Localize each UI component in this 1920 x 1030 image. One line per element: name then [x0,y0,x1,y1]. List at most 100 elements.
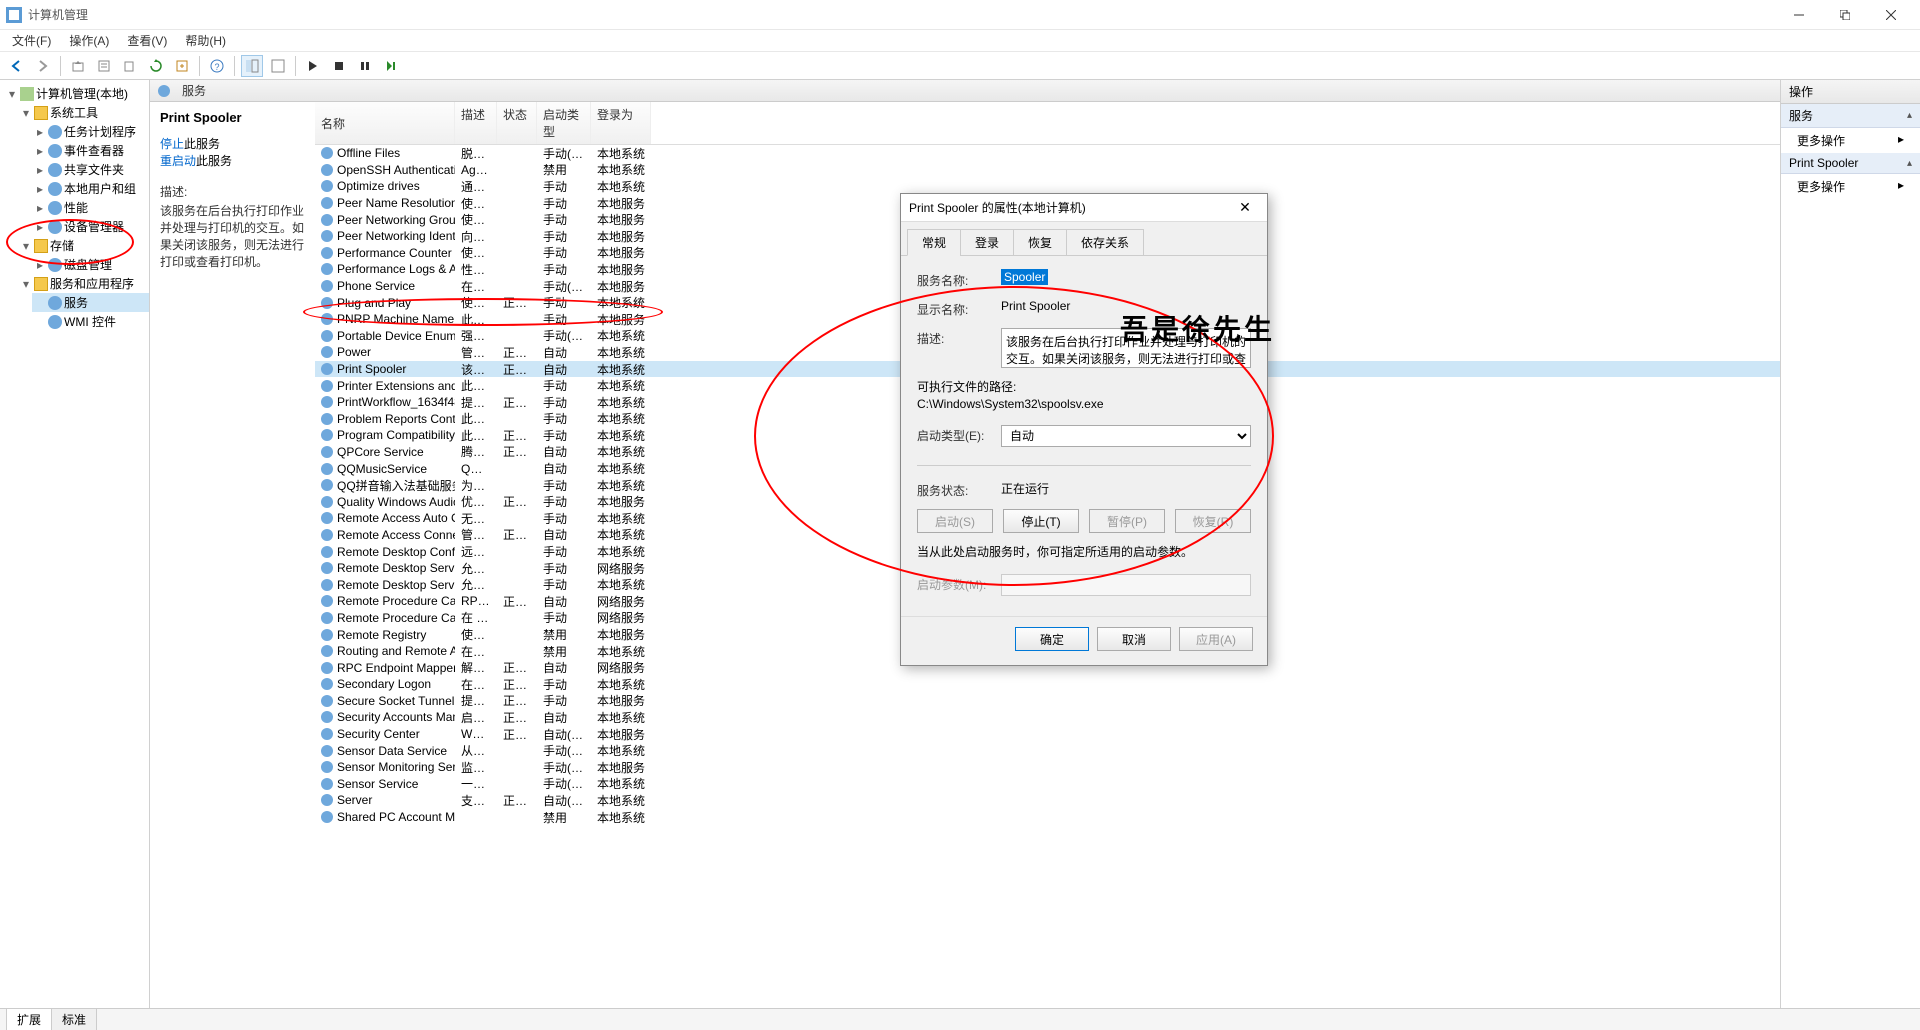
tree-root[interactable]: ▾计算机管理(本地) [4,84,149,103]
menu-file[interactable]: 文件(F) [4,30,59,51]
view-list-icon[interactable] [267,55,289,77]
gear-icon [321,346,333,358]
service-row[interactable]: Shared PC Account Mana…禁用本地系统 [315,809,1780,826]
tree-item[interactable]: 服务 [32,293,149,312]
restart-link[interactable]: 重启动 [160,154,196,168]
service-row[interactable]: OpenSSH Authentication …Age…禁用本地系统 [315,162,1780,179]
service-row[interactable]: Sensor Data Service从各…手动(触发…本地系统 [315,742,1780,759]
tree-storage[interactable]: ▾存储 [18,236,149,255]
service-row[interactable]: Secondary Logon在不…正在…手动本地系统 [315,676,1780,693]
stop-link[interactable]: 停止 [160,137,184,151]
col-name[interactable]: 名称 [315,102,455,144]
gear-icon [321,180,333,192]
gear-icon [321,745,333,757]
gear-icon [321,313,333,325]
center-header: 服务 [150,80,1780,102]
properties-dialog: Print Spooler 的属性(本地计算机) ✕ 常规 登录 恢复 依存关系… [900,193,1268,666]
maximize-button[interactable] [1822,0,1868,30]
tab-recovery[interactable]: 恢复 [1013,229,1067,256]
refresh-icon[interactable] [145,55,167,77]
startup-type-select[interactable]: 自动 [1001,425,1251,447]
menu-action[interactable]: 操作(A) [61,30,117,51]
dialog-close-icon[interactable]: ✕ [1231,199,1259,216]
tab-standard[interactable]: 标准 [51,1008,97,1030]
dialog-titlebar[interactable]: Print Spooler 的属性(本地计算机) ✕ [901,194,1267,222]
stop-service-icon[interactable] [328,55,350,77]
detail-desc-label: 描述: [160,183,305,200]
gear-icon [321,263,333,275]
tree-item[interactable]: ▸事件查看器 [32,141,149,160]
gear-icon [321,662,333,674]
tree-item[interactable]: ▸本地用户和组 [32,179,149,198]
tab-logon[interactable]: 登录 [960,229,1014,256]
service-name-value[interactable]: Spooler [1001,269,1048,285]
tree-item[interactable]: ▸任务计划程序 [32,122,149,141]
menubar: 文件(F) 操作(A) 查看(V) 帮助(H) [0,30,1920,52]
tab-general[interactable]: 常规 [907,229,961,256]
forward-icon[interactable] [32,55,54,77]
list-header[interactable]: 名称 描述 状态 启动类型 登录为 [315,102,1780,145]
actions-more-2[interactable]: 更多操作 ▸ [1781,174,1920,199]
actions-section-printspooler[interactable]: Print Spooler▴ [1781,153,1920,174]
stop-button[interactable]: 停止(T) [1003,509,1079,533]
tree-item[interactable]: ▸共享文件夹 [32,160,149,179]
detail-desc-text: 该服务在后台执行打印作业并处理与打印机的交互。如果关闭该服务，则无法进行打印或查… [160,202,305,270]
window-titlebar: 计算机管理 [0,0,1920,30]
gear-icon [321,164,333,176]
col-status[interactable]: 状态 [497,102,537,144]
tree-item[interactable]: ▸性能 [32,198,149,217]
minimize-button[interactable] [1776,0,1822,30]
service-row[interactable]: Sensor Monitoring Service监视…手动(触发…本地服务 [315,759,1780,776]
menu-view[interactable]: 查看(V) [119,30,175,51]
close-button[interactable] [1868,0,1914,30]
exe-path: C:\Windows\System32\spoolsv.exe [917,397,1251,411]
apply-button: 应用(A) [1179,627,1253,651]
app-icon [6,7,22,23]
start-service-icon[interactable] [302,55,324,77]
gear-icon [321,778,333,790]
service-row[interactable]: Secure Socket Tunneling …提供…正在…手动本地服务 [315,693,1780,710]
ok-button[interactable]: 确定 [1015,627,1089,651]
col-logon[interactable]: 登录为 [591,102,651,144]
tree-item[interactable]: ▸设备管理器 [32,217,149,236]
menu-help[interactable]: 帮助(H) [177,30,234,51]
tab-dependencies[interactable]: 依存关系 [1066,229,1144,256]
help-icon[interactable]: ? [206,55,228,77]
navigation-tree[interactable]: ▾计算机管理(本地) ▾系统工具 ▸任务计划程序▸事件查看器▸共享文件夹▸本地用… [0,80,150,1008]
actions-section-services[interactable]: 服务▴ [1781,104,1920,128]
service-row[interactable]: Security CenterWSC…正在…自动(延迟…本地服务 [315,726,1780,743]
description-box[interactable]: 该服务在后台执行打印作业并处理与打印机的交互。如果关闭该服务，则无法进行打印或查… [1001,328,1251,368]
pause-service-icon[interactable] [354,55,376,77]
gear-icon [321,612,333,624]
tab-extended[interactable]: 扩展 [6,1008,52,1030]
col-start[interactable]: 启动类型 [537,102,591,144]
gear-icon [321,629,333,641]
gear-icon [321,645,333,657]
dialog-tabs: 常规 登录 恢复 依存关系 [901,222,1267,256]
actions-more-1[interactable]: 更多操作 ▸ [1781,128,1920,153]
up-icon[interactable] [67,55,89,77]
service-row[interactable]: Offline Files脱机…手动(触发…本地系统 [315,145,1780,162]
gear-icon [321,496,333,508]
tree-system-tools[interactable]: ▾系统工具 [18,103,149,122]
gear-icon [321,280,333,292]
restart-service-icon[interactable] [380,55,402,77]
chevron-up-icon: ▴ [1907,110,1912,121]
actions-pane: 操作 服务▴ 更多操作 ▸ Print Spooler▴ 更多操作 ▸ [1780,80,1920,1008]
gear-icon [321,363,333,375]
service-row[interactable]: Security Accounts Manag…启动…正在…自动本地系统 [315,709,1780,726]
properties-icon[interactable] [93,55,115,77]
view-detail-icon[interactable] [241,55,263,77]
export-icon[interactable] [119,55,141,77]
gear-icon [321,446,333,458]
service-row[interactable]: Sensor Service一项…手动(触发…本地系统 [315,776,1780,793]
gear-icon [321,230,333,242]
export-list-icon[interactable] [171,55,193,77]
tree-services-apps[interactable]: ▾服务和应用程序 [18,274,149,293]
back-icon[interactable] [6,55,28,77]
col-desc[interactable]: 描述 [455,102,497,144]
cancel-button[interactable]: 取消 [1097,627,1171,651]
tree-item[interactable]: ▸磁盘管理 [32,255,149,274]
tree-item[interactable]: WMI 控件 [32,312,149,331]
service-row[interactable]: Server支持…正在…自动(触发…本地系统 [315,792,1780,809]
